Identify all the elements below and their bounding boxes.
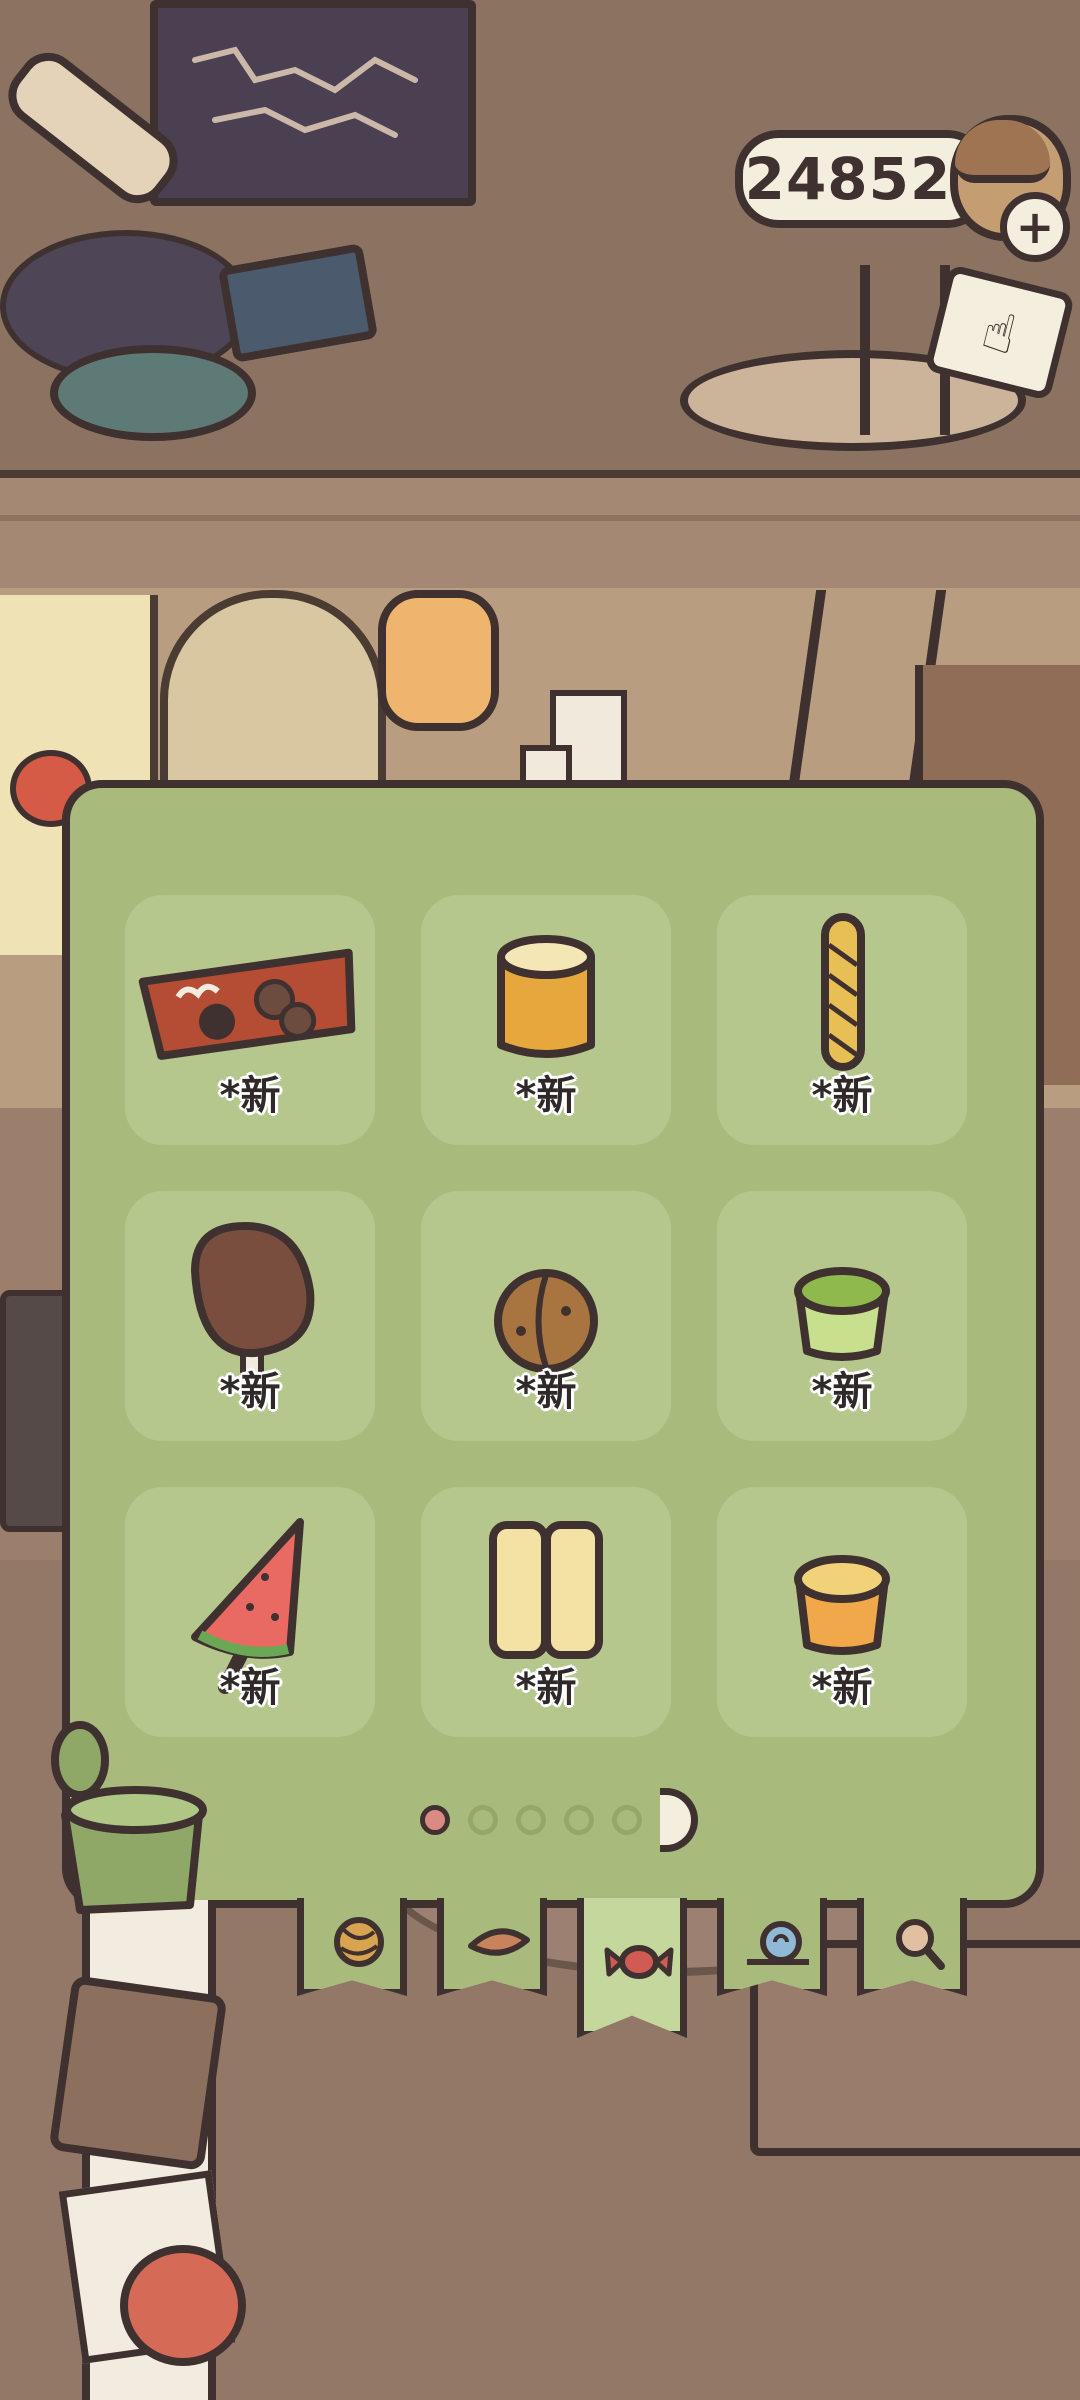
lantern <box>378 590 499 731</box>
item-new-label: *新 <box>515 1369 577 1415</box>
page-dot-5[interactable] <box>612 1805 642 1835</box>
page-dot-2[interactable] <box>468 1805 498 1835</box>
candy-icon <box>604 1945 674 1979</box>
leaf-icon <box>468 1928 530 1956</box>
item-slot-bread-stick[interactable]: *新 <box>717 895 967 1145</box>
add-coins-button[interactable]: + <box>1000 192 1070 262</box>
basket-icon[interactable] <box>40 1720 210 1920</box>
page-dot-4[interactable] <box>564 1805 594 1835</box>
beam-line <box>0 515 1080 521</box>
coin-count: 24852 <box>744 145 952 213</box>
item-new-label: *新 <box>515 1665 577 1711</box>
page-dot-1[interactable] <box>420 1805 450 1835</box>
next-page-button[interactable] <box>660 1788 698 1852</box>
item-new-label: *新 <box>219 1369 281 1415</box>
item-slot-chocolate-popsicle[interactable]: *新 <box>125 1191 375 1441</box>
item-slot-matcha-pudding[interactable]: *新 <box>717 1191 967 1441</box>
item-new-label: *新 <box>219 1073 281 1119</box>
item-new-label: *新 <box>811 1073 873 1119</box>
snail-icon <box>747 1921 809 1965</box>
ceiling-beam <box>0 470 1080 596</box>
item-slot-chocolate-bar[interactable]: *新 <box>125 895 375 1145</box>
yarn-ball-icon <box>334 1917 384 1967</box>
item-new-label: *新 <box>811 1369 873 1415</box>
item-slot-walnut[interactable]: *新 <box>421 1191 671 1441</box>
item-slot-marshmallow[interactable]: *新 <box>421 895 671 1145</box>
page-dot-3[interactable] <box>516 1805 546 1835</box>
apple-icon[interactable] <box>120 2245 246 2366</box>
item-slot-watermelon-popsicle[interactable]: *新 <box>125 1487 375 1737</box>
journal-icon[interactable] <box>48 1975 228 2171</box>
item-new-label: *新 <box>811 1665 873 1711</box>
magnifier-icon <box>896 1919 945 1970</box>
item-new-label: *新 <box>219 1665 281 1711</box>
item-slot-twin-popsicle[interactable]: *新 <box>421 1487 671 1737</box>
item-new-label: *新 <box>515 1073 577 1119</box>
pillow <box>50 345 256 441</box>
item-slot-orange-pudding[interactable]: *新 <box>717 1487 967 1737</box>
page-indicator <box>420 1788 698 1852</box>
constellation-lines <box>192 46 418 138</box>
